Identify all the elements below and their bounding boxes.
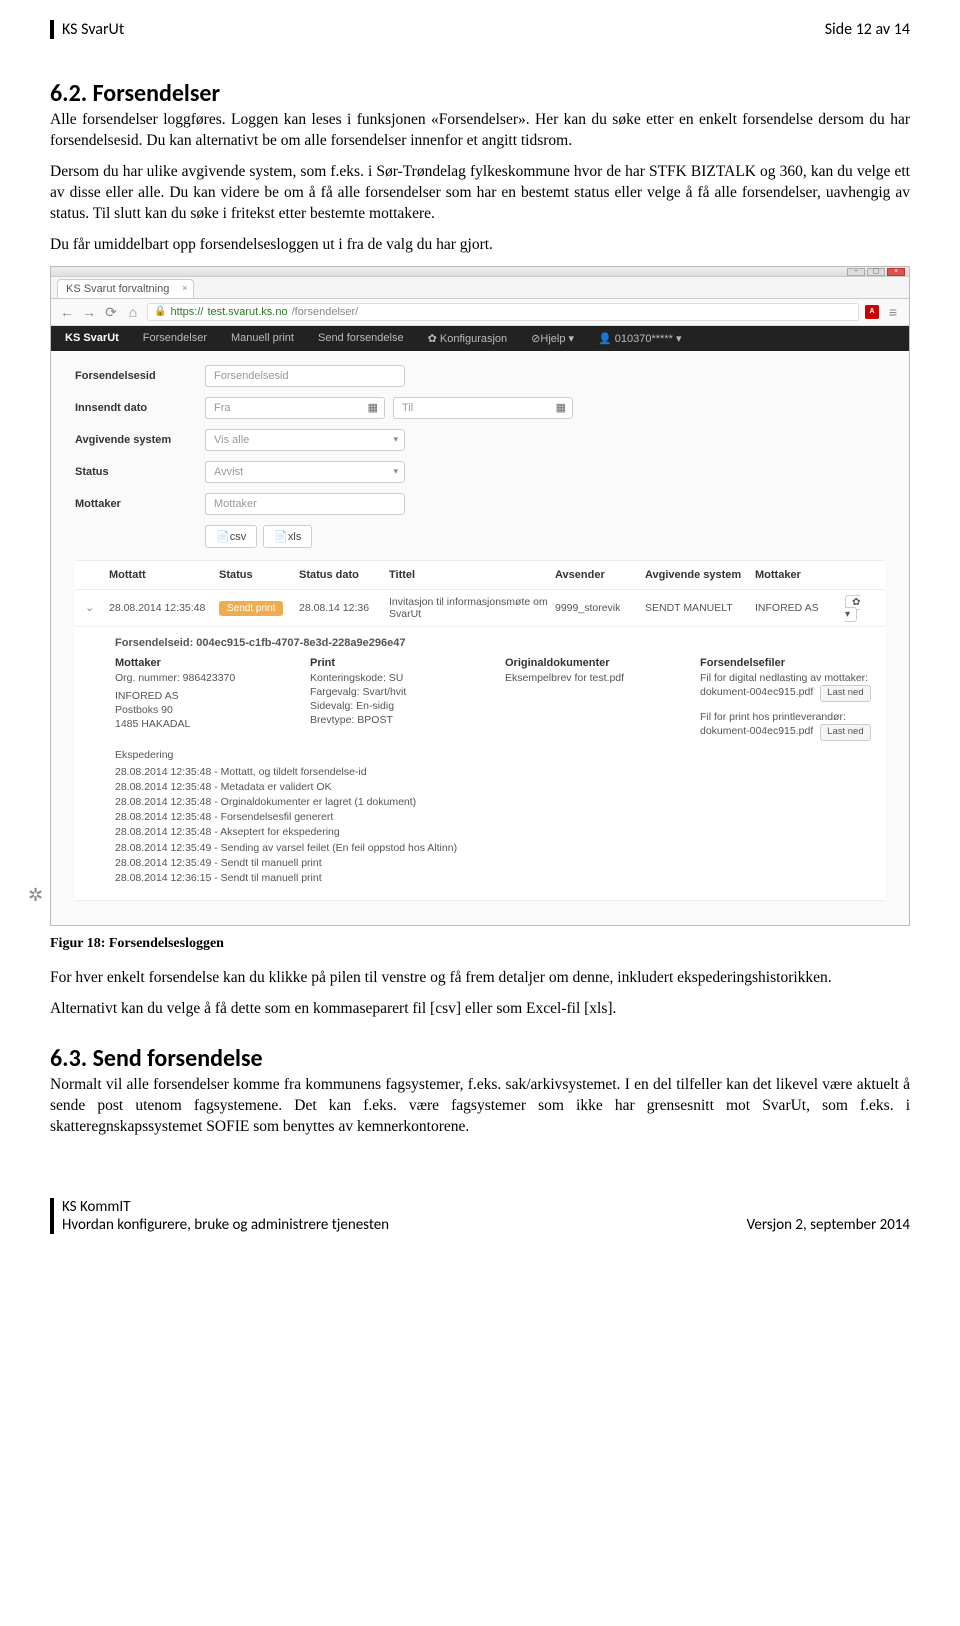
url-host: test.svarut.ks.no [207, 306, 287, 318]
url-path: /forsendelser/ [292, 306, 359, 318]
detail-mottaker: Mottaker Org. nummer: 986423370 INFORED … [115, 657, 286, 741]
url-field[interactable]: 🔒 https:// test.svarut.ks.no/forsendelser… [147, 303, 859, 321]
table-header-row: Mottatt Status Status dato Tittel Avsend… [75, 560, 885, 590]
page-footer: KS KommIT Hvordan konfigurere, bruke og … [50, 1198, 910, 1234]
window-max-icon[interactable]: ▢ [867, 268, 885, 276]
cell-avsender: 9999_storevik [555, 602, 645, 614]
cell-statusdato: 28.08.14 12:36 [299, 602, 389, 614]
nav-back-icon[interactable]: ← [59, 304, 75, 320]
label-status: Status [75, 466, 205, 478]
window-close-icon[interactable]: × [887, 268, 905, 276]
cell-tittel: Invitasjon til informasjonsmøte om SvarU… [389, 596, 555, 620]
input-date-from[interactable]: Fra▦ [205, 397, 385, 419]
lock-icon: 🔒 [154, 306, 166, 317]
adobe-pdf-icon[interactable]: A [865, 305, 879, 319]
nav-brand: KS SvarUt [65, 332, 119, 344]
footer-line1: KS KommIT [62, 1198, 389, 1216]
header-left: KS SvarUt [62, 20, 124, 39]
cell-mottaker: INFORED AS [755, 602, 845, 614]
log-line: 28.08.2014 12:35:48 - Forsendelsesfil ge… [115, 810, 871, 825]
th-avgivende: Avgivende system [645, 569, 755, 581]
row-actions-button[interactable]: ✿ ▾ [845, 595, 860, 622]
nav-forsendelser[interactable]: Forsendelser [143, 332, 207, 344]
label-mottaker: Mottaker [75, 498, 205, 510]
label-forsendelsesid: Forsendelsesid [75, 370, 205, 382]
browser-menu-icon[interactable]: ≡ [885, 304, 901, 320]
after-p1: For hver enkelt forsendelse kan du klikk… [50, 968, 910, 989]
th-mottatt: Mottatt [109, 569, 219, 581]
browser-tab-title: KS Svarut forvaltning [66, 283, 169, 295]
chevron-down-icon[interactable]: ⌄ [85, 602, 94, 614]
nav-user-menu[interactable]: 👤 010370***** ▾ [598, 332, 681, 345]
label-avgivende-system: Avgivende system [75, 434, 205, 446]
detail-forsendelseid: Forsendelseid: 004ec915-c1fb-4707-8e3d-2… [115, 637, 871, 649]
input-mottaker[interactable]: Mottaker [205, 493, 405, 515]
log-line: 28.08.2014 12:35:48 - Metadata er valide… [115, 780, 871, 795]
file-1-name: dokument-004ec915.pdf [700, 686, 813, 698]
tab-close-icon[interactable]: × [182, 283, 187, 293]
nav-hjelp[interactable]: ⊘Hjelp ▾ [531, 332, 574, 345]
nav-konfigurasjon[interactable]: ✿ Konfigurasjon [428, 332, 508, 345]
figure-caption: Figur 18: Forsendelsesloggen [50, 936, 910, 952]
th-statusdato: Status dato [299, 569, 389, 581]
section-6-3-title: 6.3. Send forsendelse [50, 1044, 910, 1073]
detail-forsendelsefiler: Forsendelsefiler Fil for digital nedlast… [700, 657, 871, 741]
status-badge: Sendt print [219, 601, 283, 616]
spinner-icon: ✲ [28, 885, 43, 906]
calendar-icon: ▦ [556, 401, 566, 414]
footer-line2: Hvordan konfigurere, bruke og administre… [62, 1216, 389, 1234]
export-xls-button[interactable]: 📄xls [263, 525, 312, 548]
page-header: KS SvarUt Side 12 av 14 [50, 20, 910, 39]
app-body: Forsendelsesid Forsendelsesid Innsendt d… [51, 351, 909, 926]
detail-print: Print Konteringskode: SU Fargevalg: Svar… [310, 657, 481, 741]
url-scheme: https:// [170, 306, 203, 318]
header-right: Side 12 av 14 [825, 20, 910, 39]
log-line: 28.08.2014 12:35:49 - Sendt til manuell … [115, 856, 871, 871]
sec63-p1: Normalt vil alle forsendelser komme fra … [50, 1075, 910, 1138]
th-tittel: Tittel [389, 569, 555, 581]
section-6-2-title: 6.2. Forsendelser [50, 79, 910, 108]
address-bar: ← → ⟳ ⌂ 🔒 https:// test.svarut.ks.no/fors… [51, 299, 909, 326]
nav-manuell-print[interactable]: Manuell print [231, 332, 294, 344]
select-avgivende-system[interactable]: Vis alle [205, 429, 405, 451]
sec62-p1: Alle forsendelser loggføres. Loggen kan … [50, 110, 910, 152]
browser-tab[interactable]: KS Svarut forvaltning × [57, 279, 194, 298]
nav-reload-icon[interactable]: ⟳ [103, 304, 119, 320]
export-csv-button[interactable]: 📄csv [205, 525, 257, 548]
th-status: Status [219, 569, 299, 581]
window-titlebar: − ▢ × [51, 267, 909, 277]
cell-mottatt: 28.08.2014 12:35:48 [109, 602, 219, 614]
table-row[interactable]: ⌄ 28.08.2014 12:35:48 Sendt print 28.08.… [75, 590, 885, 627]
after-p2: Alternativt kan du velge å få dette som … [50, 999, 910, 1020]
file-2-name: dokument-004ec915.pdf [700, 725, 813, 737]
nav-fwd-icon[interactable]: → [81, 304, 97, 320]
footer-version: Versjon 2, september 2014 [747, 1216, 910, 1234]
ekspedering-heading: Ekspedering [115, 749, 871, 761]
download-button[interactable]: Last ned [820, 724, 870, 741]
nav-home-icon[interactable]: ⌂ [125, 304, 141, 320]
browser-window: − ▢ × KS Svarut forvaltning × ← → ⟳ ⌂ 🔒 … [50, 266, 910, 927]
log-line: 28.08.2014 12:35:48 - Orginaldokumenter … [115, 795, 871, 810]
window-min-icon[interactable]: − [847, 268, 865, 276]
calendar-icon: ▦ [368, 401, 378, 414]
nav-send-forsendelse[interactable]: Send forsendelse [318, 332, 404, 344]
input-date-to[interactable]: Til▦ [393, 397, 573, 419]
detail-originaldokumenter: Originaldokumenter Eksempelbrev for test… [505, 657, 676, 741]
tab-bar: KS Svarut forvaltning × [51, 277, 909, 299]
log-line: 28.08.2014 12:35:48 - Akseptert for eksp… [115, 825, 871, 840]
log-line: 28.08.2014 12:35:49 - Sending av varsel … [115, 841, 871, 856]
download-button[interactable]: Last ned [820, 685, 870, 702]
input-forsendelsesid[interactable]: Forsendelsesid [205, 365, 405, 387]
select-status[interactable]: Avvist [205, 461, 405, 483]
sec62-p2: Dersom du har ulike avgivende system, so… [50, 162, 910, 225]
app-navbar: KS SvarUt Forsendelser Manuell print Sen… [51, 326, 909, 351]
cell-avgivende: SENDT MANUELT [645, 602, 755, 614]
row-detail-panel: Forsendelseid: 004ec915-c1fb-4707-8e3d-2… [75, 627, 885, 902]
th-avsender: Avsender [555, 569, 645, 581]
log-line: 28.08.2014 12:35:48 - Mottatt, og tildel… [115, 765, 871, 780]
log-line: 28.08.2014 12:36:15 - Sendt til manuell … [115, 871, 871, 886]
sec62-p3: Du får umiddelbart opp forsendelseslogge… [50, 235, 910, 256]
th-mottaker: Mottaker [755, 569, 845, 581]
label-innsendt-dato: Innsendt dato [75, 402, 205, 414]
